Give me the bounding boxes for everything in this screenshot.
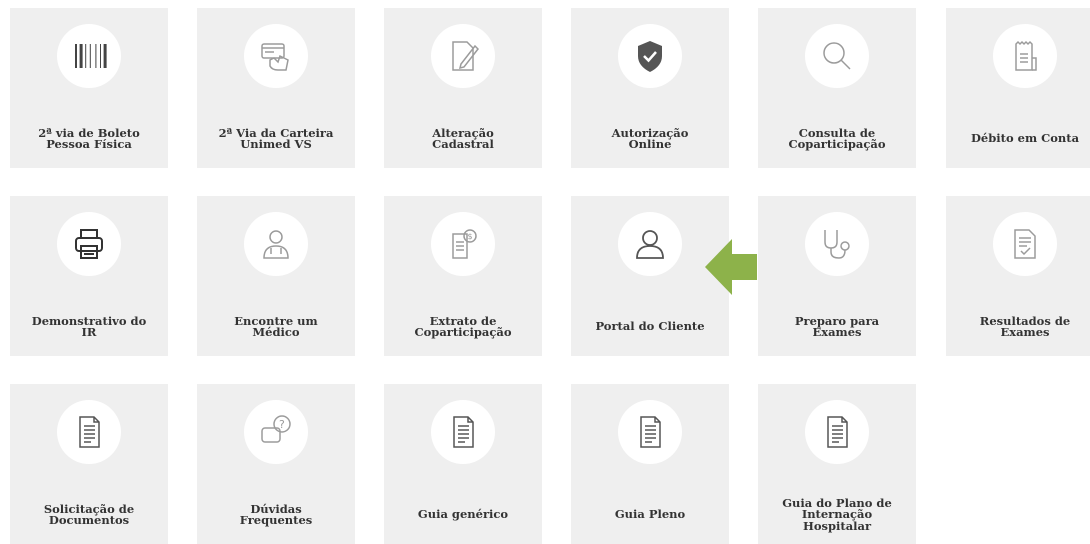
- card-hand-icon: [244, 24, 308, 88]
- service-tile[interactable]: Encontre um Médico: [197, 196, 355, 356]
- svg-text:?: ?: [279, 418, 285, 431]
- service-tile[interactable]: Guia genérico: [384, 384, 542, 544]
- service-tile-label: Débito em Conta: [970, 131, 1080, 146]
- service-tile-label: Guia do Plano de Internação Hospitalar: [782, 495, 892, 533]
- service-tile-label: 2ª via de Boleto Pessoa Física: [38, 125, 140, 151]
- receipt-icon: [993, 24, 1057, 88]
- service-tile-label: 2ª Via da Carteira Unimed VS: [218, 125, 334, 151]
- service-tile[interactable]: Alteração Cadastral: [384, 8, 542, 168]
- svg-text:$: $: [468, 232, 473, 241]
- barcode-icon: [57, 24, 121, 88]
- user-icon: [618, 212, 682, 276]
- service-tile-label: Dúvidas Frequentes: [239, 501, 313, 527]
- document-icon: [618, 400, 682, 464]
- document-icon: [431, 400, 495, 464]
- service-tile[interactable]: 2ª Via da Carteira Unimed VS: [197, 8, 355, 168]
- service-tile[interactable]: Débito em Conta: [946, 8, 1090, 168]
- service-tile-label: Preparo para Exames: [794, 313, 880, 339]
- service-tile[interactable]: Demonstrativo do IR: [10, 196, 168, 356]
- service-tile[interactable]: $ Extrato de Coparticipação: [384, 196, 542, 356]
- service-tile[interactable]: Guia Pleno: [571, 384, 729, 544]
- service-tile-label: Extrato de Coparticipação: [414, 313, 512, 339]
- service-tile-label: Guia Pleno: [614, 507, 686, 522]
- service-tile-label: Portal do Cliente: [595, 319, 705, 334]
- service-tile-label: Consulta de Coparticipação: [788, 125, 886, 151]
- document-icon: [57, 400, 121, 464]
- service-tile[interactable]: Autorização Online: [571, 8, 729, 168]
- service-tile-label: Resultados de Exames: [979, 313, 1071, 339]
- service-tile-label: Demonstrativo do IR: [31, 313, 147, 339]
- edit-document-icon: [431, 24, 495, 88]
- chat-question-icon: ?: [244, 400, 308, 464]
- service-tile-label: Autorização Online: [611, 125, 689, 151]
- printer-icon: [57, 212, 121, 276]
- document-icon: [805, 400, 869, 464]
- arrow-left-icon: [705, 239, 757, 295]
- service-tile-label: Guia genérico: [417, 507, 509, 522]
- service-tile[interactable]: Guia do Plano de Internação Hospitalar: [758, 384, 916, 544]
- service-tile[interactable]: Consulta de Coparticipação: [758, 8, 916, 168]
- stethoscope-icon: [805, 212, 869, 276]
- shield-check-icon: [618, 24, 682, 88]
- doctor-icon: [244, 212, 308, 276]
- document-check-icon: [993, 212, 1057, 276]
- service-tile-label: Solicitação de Documentos: [43, 501, 135, 527]
- service-tile-label: Alteração Cadastral: [432, 125, 494, 151]
- service-tile[interactable]: Solicitação de Documentos: [10, 384, 168, 544]
- service-tile[interactable]: Resultados de Exames: [946, 196, 1090, 356]
- statement-icon: $: [431, 212, 495, 276]
- service-tile[interactable]: ? Dúvidas Frequentes: [197, 384, 355, 544]
- search-icon: [805, 24, 869, 88]
- service-tile-label: Encontre um Médico: [234, 313, 318, 339]
- service-tile[interactable]: Preparo para Exames: [758, 196, 916, 356]
- service-tile[interactable]: 2ª via de Boleto Pessoa Física: [10, 8, 168, 168]
